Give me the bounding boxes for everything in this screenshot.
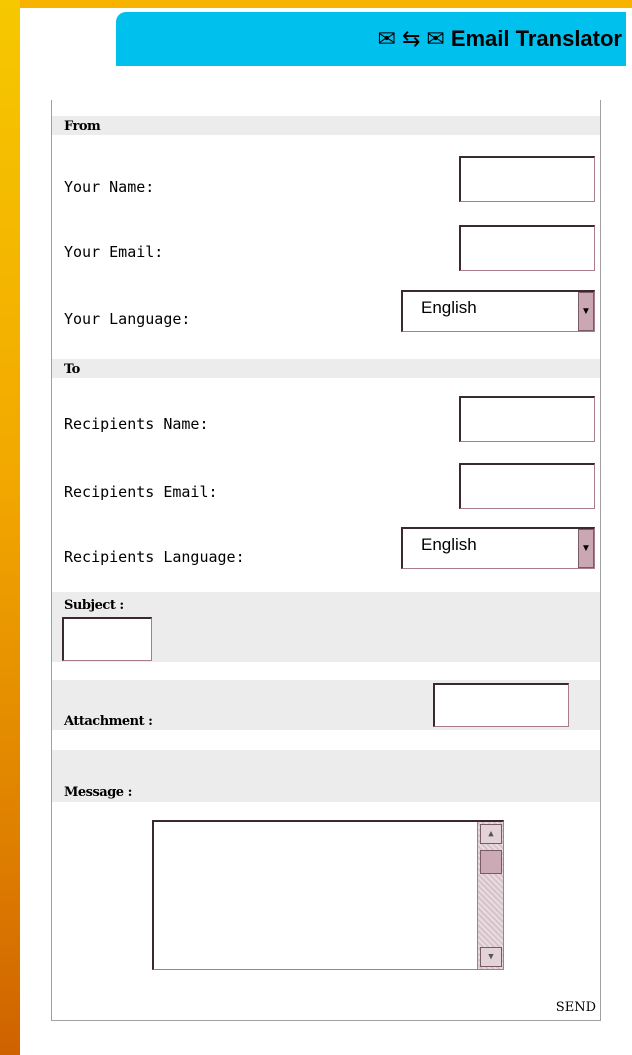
app-title: ✉ ⇆ ✉ Email Translator	[378, 26, 623, 52]
your-name-field[interactable]	[459, 156, 595, 202]
from-section-band	[52, 116, 600, 135]
attachment-label: Attachment :	[64, 714, 153, 729]
left-accent-bar	[0, 0, 20, 1055]
chevron-down-icon[interactable]: ▼	[578, 529, 594, 568]
chevron-down-icon[interactable]: ▼	[578, 292, 594, 331]
send-button[interactable]: SEND	[556, 1000, 596, 1015]
swap-icon: ⇆	[401, 26, 421, 51]
your-name-label: Your Name:	[64, 178, 155, 196]
envelope-icon: ✉	[377, 26, 396, 51]
app-header: ✉ ⇆ ✉ Email Translator	[116, 12, 626, 66]
your-language-label: Your Language:	[64, 310, 191, 328]
from-section-label: From	[64, 119, 101, 134]
message-label: Message :	[64, 785, 132, 800]
recipients-email-label: Recipients Email:	[64, 483, 218, 501]
recipients-language-select[interactable]: English ▼	[401, 527, 595, 569]
recipients-language-label: Recipients Language:	[64, 548, 245, 566]
your-language-value: English	[421, 298, 477, 317]
app-title-text: Email Translator	[450, 26, 622, 51]
your-language-select[interactable]: English ▼	[401, 290, 595, 332]
envelope-icon: ✉	[426, 26, 445, 51]
your-email-field[interactable]	[459, 225, 595, 271]
message-textarea[interactable]: ▲ ▼	[152, 820, 504, 970]
top-accent-bar	[20, 0, 632, 8]
recipients-name-label: Recipients Name:	[64, 415, 209, 433]
your-email-label: Your Email:	[64, 243, 164, 261]
message-scrollbar[interactable]: ▲ ▼	[477, 822, 503, 969]
scroll-down-icon[interactable]: ▼	[480, 947, 502, 967]
email-form: From Your Name: Your Email: Your Languag…	[51, 100, 601, 1021]
scroll-up-icon[interactable]: ▲	[480, 824, 502, 844]
attachment-field[interactable]	[433, 683, 569, 727]
scrollbar-thumb[interactable]	[480, 850, 502, 874]
to-section-label: To	[64, 362, 80, 377]
recipients-email-field[interactable]	[459, 463, 595, 509]
subject-label: Subject :	[64, 598, 124, 613]
message-section-band	[52, 750, 600, 802]
to-section-band	[52, 359, 600, 378]
recipients-name-field[interactable]	[459, 396, 595, 442]
subject-field[interactable]	[62, 617, 152, 661]
recipients-language-value: English	[421, 535, 477, 554]
